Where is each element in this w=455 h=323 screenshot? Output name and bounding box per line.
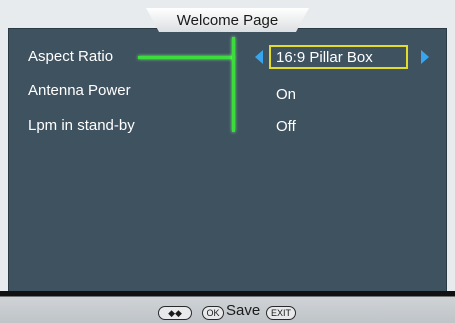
- exit-button-icon[interactable]: EXIT: [266, 306, 296, 320]
- setting-value-lpm-standby[interactable]: Off: [276, 118, 296, 135]
- setting-value-aspect-ratio[interactable]: 16:9 Pillar Box: [276, 49, 373, 66]
- ok-button-icon[interactable]: OK: [202, 306, 224, 320]
- arrow-left-icon[interactable]: [255, 50, 263, 64]
- setting-value-antenna-power[interactable]: On: [276, 86, 296, 103]
- tv-menu-frame: Welcome Page Aspect Ratio Antenna Power …: [0, 0, 455, 323]
- nav-arrows-icon: ◆◆: [158, 306, 192, 320]
- arrow-right-icon[interactable]: [421, 50, 429, 64]
- setting-label-antenna-power[interactable]: Antenna Power: [28, 82, 131, 99]
- page-title: Welcome Page: [176, 11, 279, 29]
- setting-label-aspect-ratio[interactable]: Aspect Ratio: [28, 48, 113, 65]
- focus-divider-line: [232, 37, 235, 132]
- page-title-tab: Welcome Page: [146, 8, 309, 32]
- setting-label-lpm-standby[interactable]: Lpm in stand-by: [28, 117, 135, 134]
- focus-connector-line: [138, 56, 234, 59]
- save-label: Save: [226, 302, 261, 319]
